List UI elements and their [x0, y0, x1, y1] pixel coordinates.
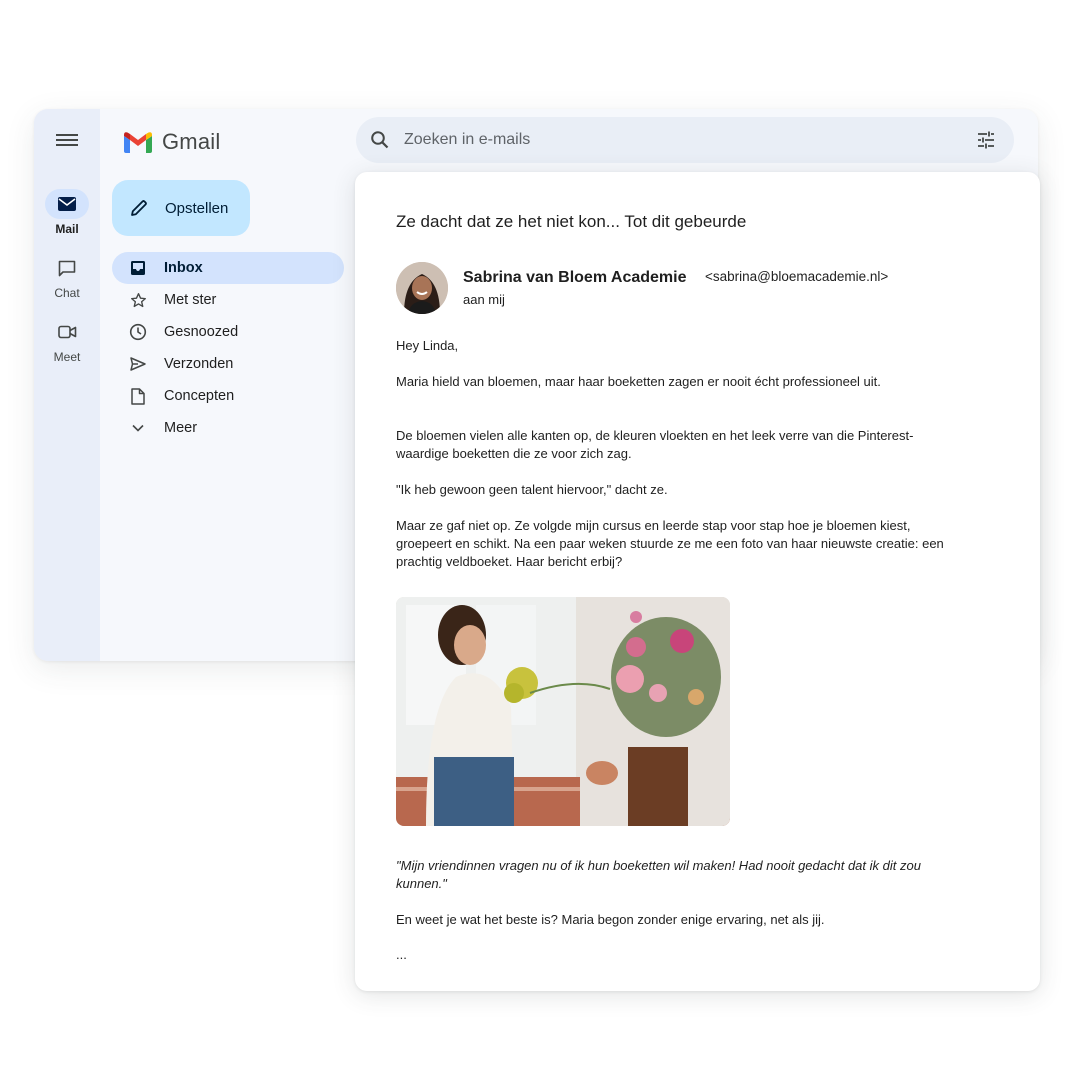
search-icon[interactable]: [370, 130, 390, 150]
email-subject: Ze dacht dat ze het niet kon... Tot dit …: [396, 212, 747, 231]
chevron-down-icon: [128, 418, 148, 438]
sender-name: Sabrina van Bloem Academie: [463, 269, 687, 286]
rail-item-mail[interactable]: Mail: [34, 189, 100, 236]
folder-list: Inbox Met ster Gesnoozed Verzonden Conce…: [112, 252, 344, 444]
email-photo[interactable]: [396, 597, 730, 826]
rail-item-chat[interactable]: Chat: [34, 253, 100, 300]
search-bar: [356, 117, 1014, 163]
app-name: Gmail: [162, 129, 221, 154]
paragraph: "Ik heb gewoon geen talent hiervoor," da…: [396, 482, 668, 497]
mail-icon: [45, 189, 89, 219]
pencil-icon: [131, 200, 147, 216]
gmail-logo-icon: [124, 132, 152, 153]
clock-icon: [128, 322, 148, 342]
sender-email: <sabrina@bloemacademie.nl>: [705, 269, 889, 284]
avatar[interactable]: [396, 262, 448, 314]
chat-icon: [45, 253, 89, 283]
rail-item-label: Mail: [55, 222, 79, 236]
gmail-logo[interactable]: Gmail: [122, 127, 220, 157]
hamburger-menu-icon[interactable]: [56, 131, 78, 149]
sidebar-item-label: Meer: [164, 420, 198, 436]
ellipsis-text: ...: [396, 947, 407, 962]
sidebar-item-label: Concepten: [164, 388, 235, 404]
sidebar-item-more[interactable]: Meer: [112, 412, 344, 444]
paragraph: De bloemen vielen alle kanten op, de kle…: [396, 428, 914, 461]
paragraph: Maar ze gaf niet op. Ze volgde mijn curs…: [396, 518, 944, 569]
file-icon: [128, 386, 148, 406]
sidebar-item-sent[interactable]: Verzonden: [112, 348, 344, 380]
search-input[interactable]: [402, 130, 966, 150]
paragraph: En weet je wat het beste is? Maria begon…: [396, 912, 825, 927]
rail-item-meet[interactable]: Meet: [34, 317, 100, 364]
sidebar-item-label: Verzonden: [164, 356, 234, 372]
sidebar-item-snoozed[interactable]: Gesnoozed: [112, 316, 344, 348]
meet-icon: [45, 317, 89, 347]
customer-quote: "Mijn vriendinnen vragen nu of ik hun bo…: [396, 858, 921, 891]
email-body: Hey Linda, Maria hield van bloemen, maar…: [396, 337, 956, 571]
compose-label: Opstellen: [165, 199, 229, 217]
sidebar-item-inbox[interactable]: Inbox: [112, 252, 344, 284]
rail-item-label: Meet: [53, 350, 81, 364]
app-rail: Mail Chat Meet: [34, 109, 100, 661]
sidebar-item-label: Met ster: [164, 292, 217, 308]
sidebar-item-starred[interactable]: Met ster: [112, 284, 344, 316]
rail-item-label: Chat: [54, 286, 80, 300]
sidebar-item-label: Gesnoozed: [164, 324, 239, 340]
star-icon: [128, 290, 148, 310]
sidebar: Gmail Opstellen Inbox Met ster Gesnoozed…: [100, 109, 350, 661]
send-icon: [128, 354, 148, 374]
compose-button[interactable]: Opstellen: [112, 180, 250, 236]
search-options-icon[interactable]: [976, 130, 996, 155]
email-view: Ze dacht dat ze het niet kon... Tot dit …: [355, 172, 1040, 991]
sidebar-item-drafts[interactable]: Concepten: [112, 380, 344, 412]
sidebar-item-label: Inbox: [164, 260, 203, 276]
greeting: Hey Linda,: [396, 338, 459, 353]
inbox-icon: [128, 258, 148, 278]
paragraph: Maria hield van bloemen, maar haar boeke…: [396, 374, 881, 389]
recipient-label[interactable]: aan mij: [463, 292, 505, 307]
